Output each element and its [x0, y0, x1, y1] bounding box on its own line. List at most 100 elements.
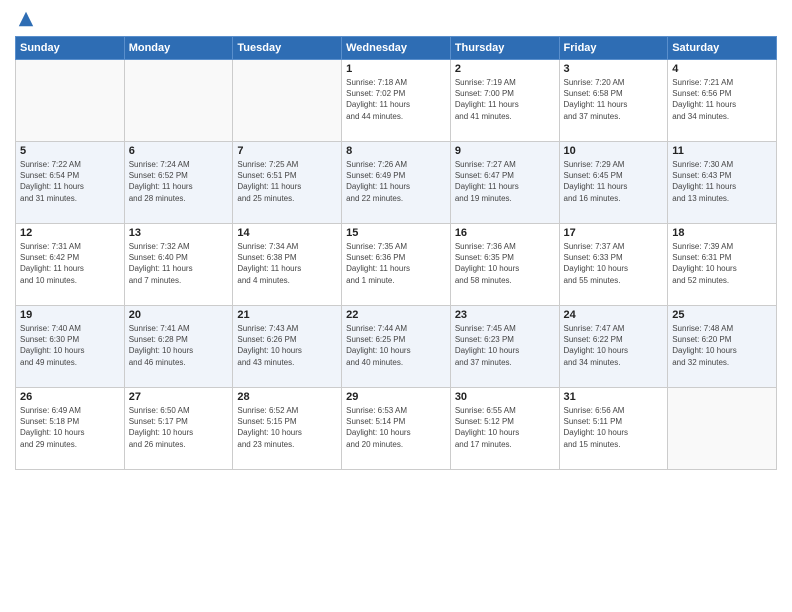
day-info: Sunrise: 6:50 AM Sunset: 5:17 PM Dayligh…: [129, 405, 229, 450]
week-row-4: 19 Sunrise: 7:40 AM Sunset: 6:30 PM Dayli…: [16, 306, 777, 388]
day-number: 12: [20, 227, 120, 239]
day-info: Sunrise: 6:56 AM Sunset: 5:11 PM Dayligh…: [564, 405, 664, 450]
calendar-cell: 6 Sunrise: 7:24 AM Sunset: 6:52 PM Daylig…: [124, 142, 233, 224]
calendar-cell: 10 Sunrise: 7:29 AM Sunset: 6:45 PM Dayli…: [559, 142, 668, 224]
day-number: 22: [346, 309, 446, 321]
day-number: 19: [20, 309, 120, 321]
day-info: Sunrise: 7:24 AM Sunset: 6:52 PM Dayligh…: [129, 159, 229, 204]
calendar-cell: 7Sunrise: 7:25 AM Sunset: 6:51 PM Daylig…: [233, 142, 342, 224]
logo: [15, 10, 35, 28]
calendar-cell: 20Sunrise: 7:41 AM Sunset: 6:28 PM Dayli…: [124, 306, 233, 388]
day-header-thursday: Thursday: [450, 37, 559, 60]
calendar-cell: 14 Sunrise: 7:34 AM Sunset: 6:38 PM Dayli…: [233, 224, 342, 306]
day-number: 8: [346, 145, 446, 157]
calendar-cell: 25 Sunrise: 7:48 AM Sunset: 6:20 PM Dayli…: [668, 306, 777, 388]
calendar-cell: 17 Sunrise: 7:37 AM Sunset: 6:33 PM Dayli…: [559, 224, 668, 306]
day-number: 1: [346, 63, 446, 75]
day-number: 29: [346, 391, 446, 403]
calendar-cell: 26 Sunrise: 6:49 AM Sunset: 5:18 PM Dayli…: [16, 388, 125, 470]
day-number: 24: [564, 309, 664, 321]
day-number: 5: [20, 145, 120, 157]
day-header-saturday: Saturday: [668, 37, 777, 60]
calendar-cell: [16, 60, 125, 142]
day-number: 27: [129, 391, 229, 403]
day-number: 17: [564, 227, 664, 239]
day-info: Sunrise: 7:36 AM Sunset: 6:35 PM Dayligh…: [455, 241, 555, 286]
day-number: 25: [672, 309, 772, 321]
calendar-cell: [124, 60, 233, 142]
calendar-cell: 31 Sunrise: 6:56 AM Sunset: 5:11 PM Dayli…: [559, 388, 668, 470]
day-number: 14: [237, 227, 337, 239]
day-info: Sunrise: 6:55 AM Sunset: 5:12 PM Dayligh…: [455, 405, 555, 450]
calendar-cell: 28 Sunrise: 6:52 AM Sunset: 5:15 PM Dayli…: [233, 388, 342, 470]
calendar-cell: 4 Sunrise: 7:21 AM Sunset: 6:56 PM Daylig…: [668, 60, 777, 142]
day-info: Sunrise: 7:18 AM Sunset: 7:02 PM Dayligh…: [346, 77, 446, 122]
day-number: 9: [455, 145, 555, 157]
calendar: SundayMondayTuesdayWednesdayThursdayFrid…: [15, 36, 777, 470]
calendar-cell: 1 Sunrise: 7:18 AM Sunset: 7:02 PM Daylig…: [342, 60, 451, 142]
day-number: 26: [20, 391, 120, 403]
calendar-cell: 16 Sunrise: 7:36 AM Sunset: 6:35 PM Dayli…: [450, 224, 559, 306]
day-info: Sunrise: 7:45 AM Sunset: 6:23 PM Dayligh…: [455, 323, 555, 368]
day-number: 4: [672, 63, 772, 75]
day-info: Sunrise: 7:29 AM Sunset: 6:45 PM Dayligh…: [564, 159, 664, 204]
day-info: Sunrise: 7:34 AM Sunset: 6:38 PM Dayligh…: [237, 241, 337, 286]
calendar-cell: 9 Sunrise: 7:27 AM Sunset: 6:47 PM Daylig…: [450, 142, 559, 224]
day-info: Sunrise: 7:21 AM Sunset: 6:56 PM Dayligh…: [672, 77, 772, 122]
day-info: Sunrise: 7:44 AM Sunset: 6:25 PM Dayligh…: [346, 323, 446, 368]
day-info: Sunrise: 7:26 AM Sunset: 6:49 PM Dayligh…: [346, 159, 446, 204]
day-info: Sunrise: 7:19 AM Sunset: 7:00 PM Dayligh…: [455, 77, 555, 122]
day-info: Sunrise: 7:30 AM Sunset: 6:43 PM Dayligh…: [672, 159, 772, 204]
day-info: Sunrise: 7:43 AM Sunset: 6:26 PM Dayligh…: [237, 323, 337, 368]
day-number: 18: [672, 227, 772, 239]
day-info: Sunrise: 7:27 AM Sunset: 6:47 PM Dayligh…: [455, 159, 555, 204]
day-header-friday: Friday: [559, 37, 668, 60]
calendar-cell: 8 Sunrise: 7:26 AM Sunset: 6:49 PM Daylig…: [342, 142, 451, 224]
week-row-5: 26 Sunrise: 6:49 AM Sunset: 5:18 PM Dayli…: [16, 388, 777, 470]
week-row-3: 12Sunrise: 7:31 AM Sunset: 6:42 PM Dayli…: [16, 224, 777, 306]
day-info: Sunrise: 7:47 AM Sunset: 6:22 PM Dayligh…: [564, 323, 664, 368]
day-info: Sunrise: 7:37 AM Sunset: 6:33 PM Dayligh…: [564, 241, 664, 286]
calendar-cell: 21 Sunrise: 7:43 AM Sunset: 6:26 PM Dayli…: [233, 306, 342, 388]
day-info: Sunrise: 7:22 AM Sunset: 6:54 PM Dayligh…: [20, 159, 120, 204]
day-info: Sunrise: 7:48 AM Sunset: 6:20 PM Dayligh…: [672, 323, 772, 368]
calendar-cell: 27 Sunrise: 6:50 AM Sunset: 5:17 PM Dayli…: [124, 388, 233, 470]
day-number: 21: [237, 309, 337, 321]
week-row-2: 5 Sunrise: 7:22 AM Sunset: 6:54 PM Daylig…: [16, 142, 777, 224]
day-number: 13: [129, 227, 229, 239]
day-number: 10: [564, 145, 664, 157]
day-info: Sunrise: 7:32 AM Sunset: 6:40 PM Dayligh…: [129, 241, 229, 286]
calendar-cell: [668, 388, 777, 470]
calendar-cell: 15 Sunrise: 7:35 AM Sunset: 6:36 PM Dayli…: [342, 224, 451, 306]
calendar-cell: 11 Sunrise: 7:30 AM Sunset: 6:43 PM Dayli…: [668, 142, 777, 224]
day-info: Sunrise: 7:35 AM Sunset: 6:36 PM Dayligh…: [346, 241, 446, 286]
day-number: 6: [129, 145, 229, 157]
day-number: 16: [455, 227, 555, 239]
day-info: Sunrise: 7:39 AM Sunset: 6:31 PM Dayligh…: [672, 241, 772, 286]
day-number: 30: [455, 391, 555, 403]
header: [15, 10, 777, 28]
day-info: Sunrise: 7:25 AM Sunset: 6:51 PM Dayligh…: [237, 159, 337, 204]
days-of-week-row: SundayMondayTuesdayWednesdayThursdayFrid…: [16, 37, 777, 60]
day-info: Sunrise: 7:41 AM Sunset: 6:28 PM Dayligh…: [129, 323, 229, 368]
calendar-cell: 2Sunrise: 7:19 AM Sunset: 7:00 PM Daylig…: [450, 60, 559, 142]
day-info: Sunrise: 6:53 AM Sunset: 5:14 PM Dayligh…: [346, 405, 446, 450]
logo-icon: [17, 10, 35, 28]
calendar-cell: 24 Sunrise: 7:47 AM Sunset: 6:22 PM Dayli…: [559, 306, 668, 388]
day-info: Sunrise: 6:49 AM Sunset: 5:18 PM Dayligh…: [20, 405, 120, 450]
day-number: 3: [564, 63, 664, 75]
calendar-cell: 22 Sunrise: 7:44 AM Sunset: 6:25 PM Dayli…: [342, 306, 451, 388]
day-number: 15: [346, 227, 446, 239]
day-info: Sunrise: 6:52 AM Sunset: 5:15 PM Dayligh…: [237, 405, 337, 450]
calendar-cell: 23Sunrise: 7:45 AM Sunset: 6:23 PM Dayli…: [450, 306, 559, 388]
calendar-cell: 30 Sunrise: 6:55 AM Sunset: 5:12 PM Dayli…: [450, 388, 559, 470]
day-info: Sunrise: 7:40 AM Sunset: 6:30 PM Dayligh…: [20, 323, 120, 368]
calendar-cell: [233, 60, 342, 142]
day-number: 31: [564, 391, 664, 403]
calendar-cell: 12Sunrise: 7:31 AM Sunset: 6:42 PM Dayli…: [16, 224, 125, 306]
day-header-tuesday: Tuesday: [233, 37, 342, 60]
day-header-monday: Monday: [124, 37, 233, 60]
day-number: 11: [672, 145, 772, 157]
day-number: 28: [237, 391, 337, 403]
calendar-cell: 29 Sunrise: 6:53 AM Sunset: 5:14 PM Dayli…: [342, 388, 451, 470]
